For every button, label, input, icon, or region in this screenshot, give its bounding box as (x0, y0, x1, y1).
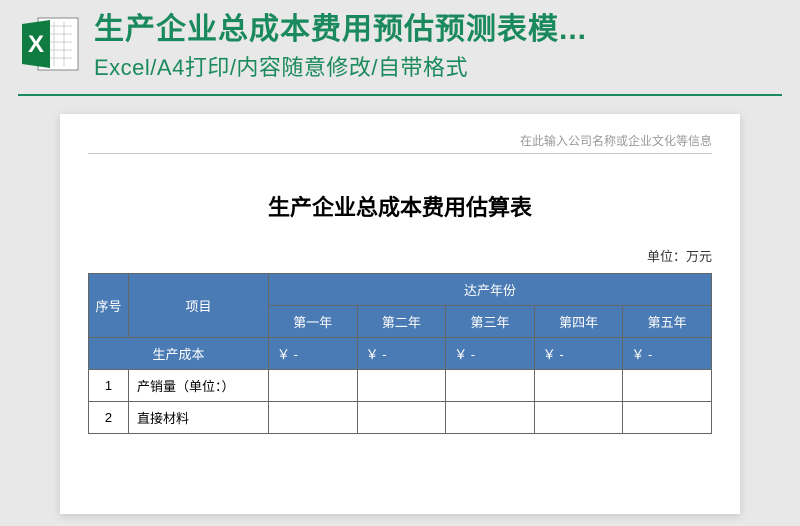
document-title: 生产企业总成本费用估算表 (88, 190, 712, 222)
table-row: 1 产销量（单位：） (89, 370, 712, 402)
cell-value (357, 370, 446, 402)
cell-value (269, 402, 358, 434)
excel-icon: X (18, 12, 82, 76)
section-label: 生产成本 (89, 338, 269, 370)
header-bar: X 生产企业总成本费用预估预测表模... Excel/A4打印/内容随意修改/自… (0, 0, 800, 90)
th-project: 项目 (129, 274, 269, 338)
table-header-row-1: 序号 项目 达产年份 (89, 274, 712, 306)
svg-text:X: X (28, 31, 44, 58)
th-year-5: 第五年 (623, 306, 712, 338)
table-row: 生产成本 ￥ - ￥ - ￥ - ￥ - ￥ - (89, 338, 712, 370)
cell-value (357, 402, 446, 434)
cell-value (269, 370, 358, 402)
cell-value (446, 370, 535, 402)
th-year-group: 达产年份 (269, 274, 712, 306)
cell-value (534, 402, 623, 434)
cell-value: ￥ - (357, 338, 446, 370)
cell-seq: 2 (89, 402, 129, 434)
th-year-2: 第二年 (357, 306, 446, 338)
document-preview: 在此输入公司名称或企业文化等信息 生产企业总成本费用估算表 单位：万元 序号 项… (60, 114, 740, 514)
page-title: 生产企业总成本费用预估预测表模... (94, 12, 782, 48)
th-seq: 序号 (89, 274, 129, 338)
th-year-3: 第三年 (446, 306, 535, 338)
cell-project: 产销量（单位：） (129, 370, 269, 402)
cell-value (534, 370, 623, 402)
cell-value: ￥ - (534, 338, 623, 370)
company-hint: 在此输入公司名称或企业文化等信息 (88, 132, 712, 154)
cost-table: 序号 项目 达产年份 第一年 第二年 第三年 第四年 第五年 生产成本 ￥ - … (88, 273, 712, 434)
cell-value (623, 402, 712, 434)
page-subtitle: Excel/A4打印/内容随意修改/自带格式 (94, 50, 782, 82)
cell-value: ￥ - (623, 338, 712, 370)
cell-value (623, 370, 712, 402)
cell-value (446, 402, 535, 434)
header-text-block: 生产企业总成本费用预估预测表模... Excel/A4打印/内容随意修改/自带格… (94, 12, 782, 82)
cell-value: ￥ - (446, 338, 535, 370)
table-row: 2 直接材料 (89, 402, 712, 434)
th-year-4: 第四年 (534, 306, 623, 338)
th-year-1: 第一年 (269, 306, 358, 338)
unit-label: 单位：万元 (88, 246, 712, 265)
header-divider (18, 94, 782, 96)
cell-project: 直接材料 (129, 402, 269, 434)
cell-value: ￥ - (269, 338, 358, 370)
cell-seq: 1 (89, 370, 129, 402)
